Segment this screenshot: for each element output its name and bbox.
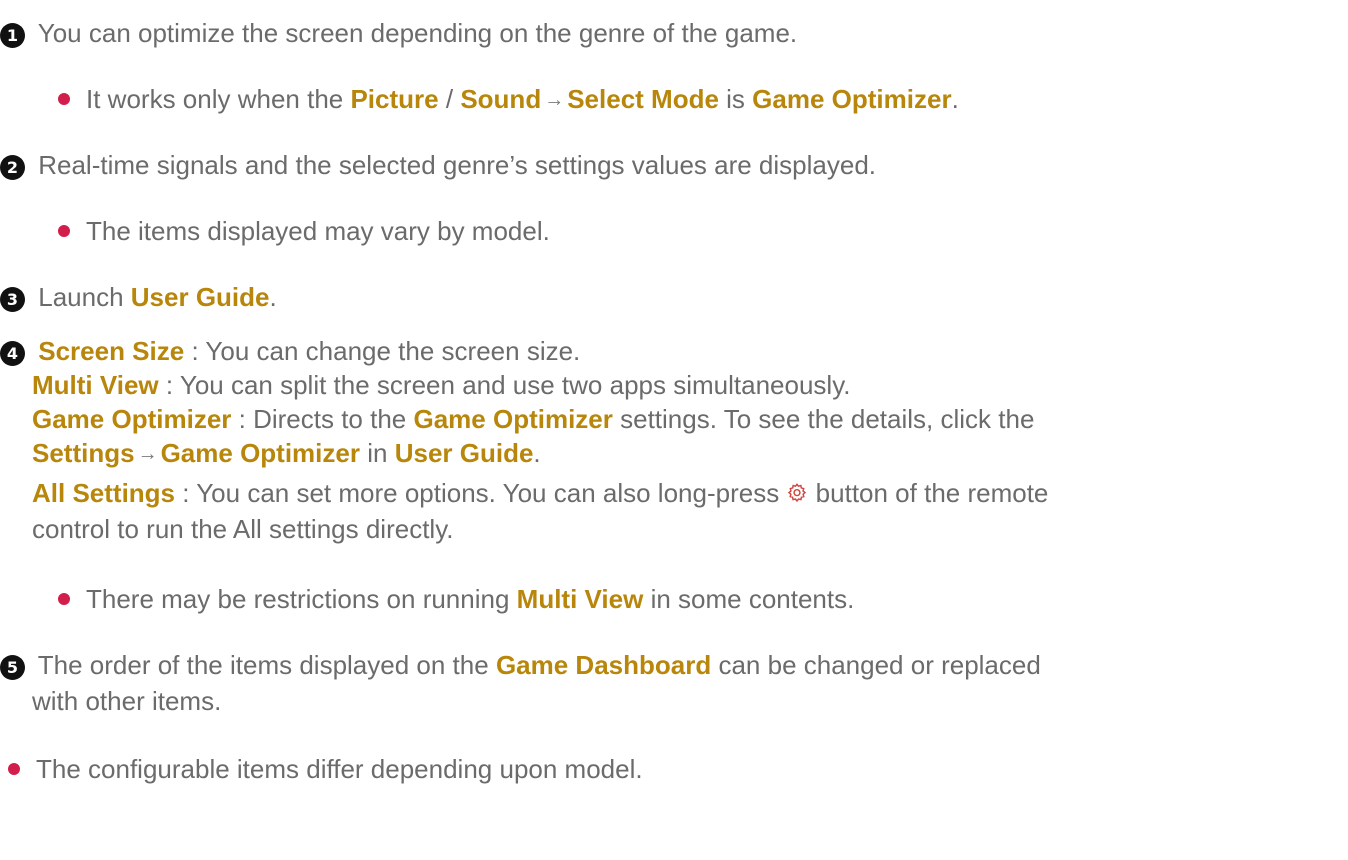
number-5-icon: 5 bbox=[0, 655, 25, 680]
footer-note: The configurable items differ depending … bbox=[8, 752, 643, 786]
sound-link: Sound bbox=[460, 84, 542, 114]
user-guide-link: User Guide bbox=[394, 438, 534, 468]
game-optimizer-ref: Game Optimizer bbox=[413, 404, 613, 434]
screen-size-link: Screen Size bbox=[38, 336, 185, 366]
multi-view-link: Multi View bbox=[516, 584, 644, 614]
game-optimizer-link: Game Optimizer bbox=[32, 404, 232, 434]
number-1-icon: 1 bbox=[0, 23, 25, 48]
item-2: 2 Real-time signals and the selected gen… bbox=[0, 148, 876, 182]
item-4-note: There may be restrictions on running Mul… bbox=[58, 582, 854, 616]
item-4-all-settings-cont: control to run the All settings directly… bbox=[32, 514, 454, 544]
item-4-all-settings: All Settings : You can set more options.… bbox=[32, 478, 1049, 508]
item-2-note: The items displayed may vary by model. bbox=[58, 214, 550, 248]
game-optimizer-link: Game Optimizer bbox=[752, 84, 952, 114]
item-4-game-optimizer: Game Optimizer : Directs to the Game Opt… bbox=[32, 404, 1035, 434]
all-settings-link: All Settings bbox=[32, 478, 176, 508]
number-4-icon: 4 bbox=[0, 341, 25, 366]
item-5: 5 The order of the items displayed on th… bbox=[0, 648, 1041, 682]
game-dashboard-link: Game Dashboard bbox=[495, 650, 712, 680]
game-optimizer-ref: Game Optimizer bbox=[160, 438, 360, 468]
bullet-icon bbox=[58, 93, 70, 105]
picture-link: Picture bbox=[350, 84, 439, 114]
arrow-right-icon: → bbox=[137, 443, 158, 465]
item-4-multi-view: Multi View : You can split the screen an… bbox=[32, 370, 851, 400]
item-5-cont: with other items. bbox=[32, 686, 222, 716]
number-2-icon: 2 bbox=[0, 155, 25, 180]
item-4-screen-size: 4 Screen Size : You can change the scree… bbox=[0, 334, 580, 368]
multi-view-link: Multi View bbox=[32, 370, 159, 400]
gear-icon bbox=[788, 483, 807, 503]
item-4-settings-path: Settings → Game Optimizer in User Guide. bbox=[32, 438, 541, 468]
user-guide-link: User Guide bbox=[130, 282, 270, 312]
bullet-icon bbox=[58, 225, 70, 237]
arrow-right-icon: → bbox=[544, 89, 565, 111]
item-1-note: It works only when the Picture / Sound → S… bbox=[58, 82, 959, 116]
item-3: 3 Launch User Guide. bbox=[0, 280, 277, 314]
bullet-icon bbox=[8, 763, 20, 775]
item-1: 1 You can optimize the screen depending … bbox=[0, 16, 797, 50]
bullet-icon bbox=[58, 593, 70, 605]
select-mode-link: Select Mode bbox=[567, 84, 719, 114]
item-2-text: Real-time signals and the selected genre… bbox=[38, 150, 877, 180]
number-3-icon: 3 bbox=[0, 287, 25, 312]
item-1-text: You can optimize the screen depending on… bbox=[37, 18, 798, 48]
settings-link: Settings bbox=[32, 438, 135, 468]
